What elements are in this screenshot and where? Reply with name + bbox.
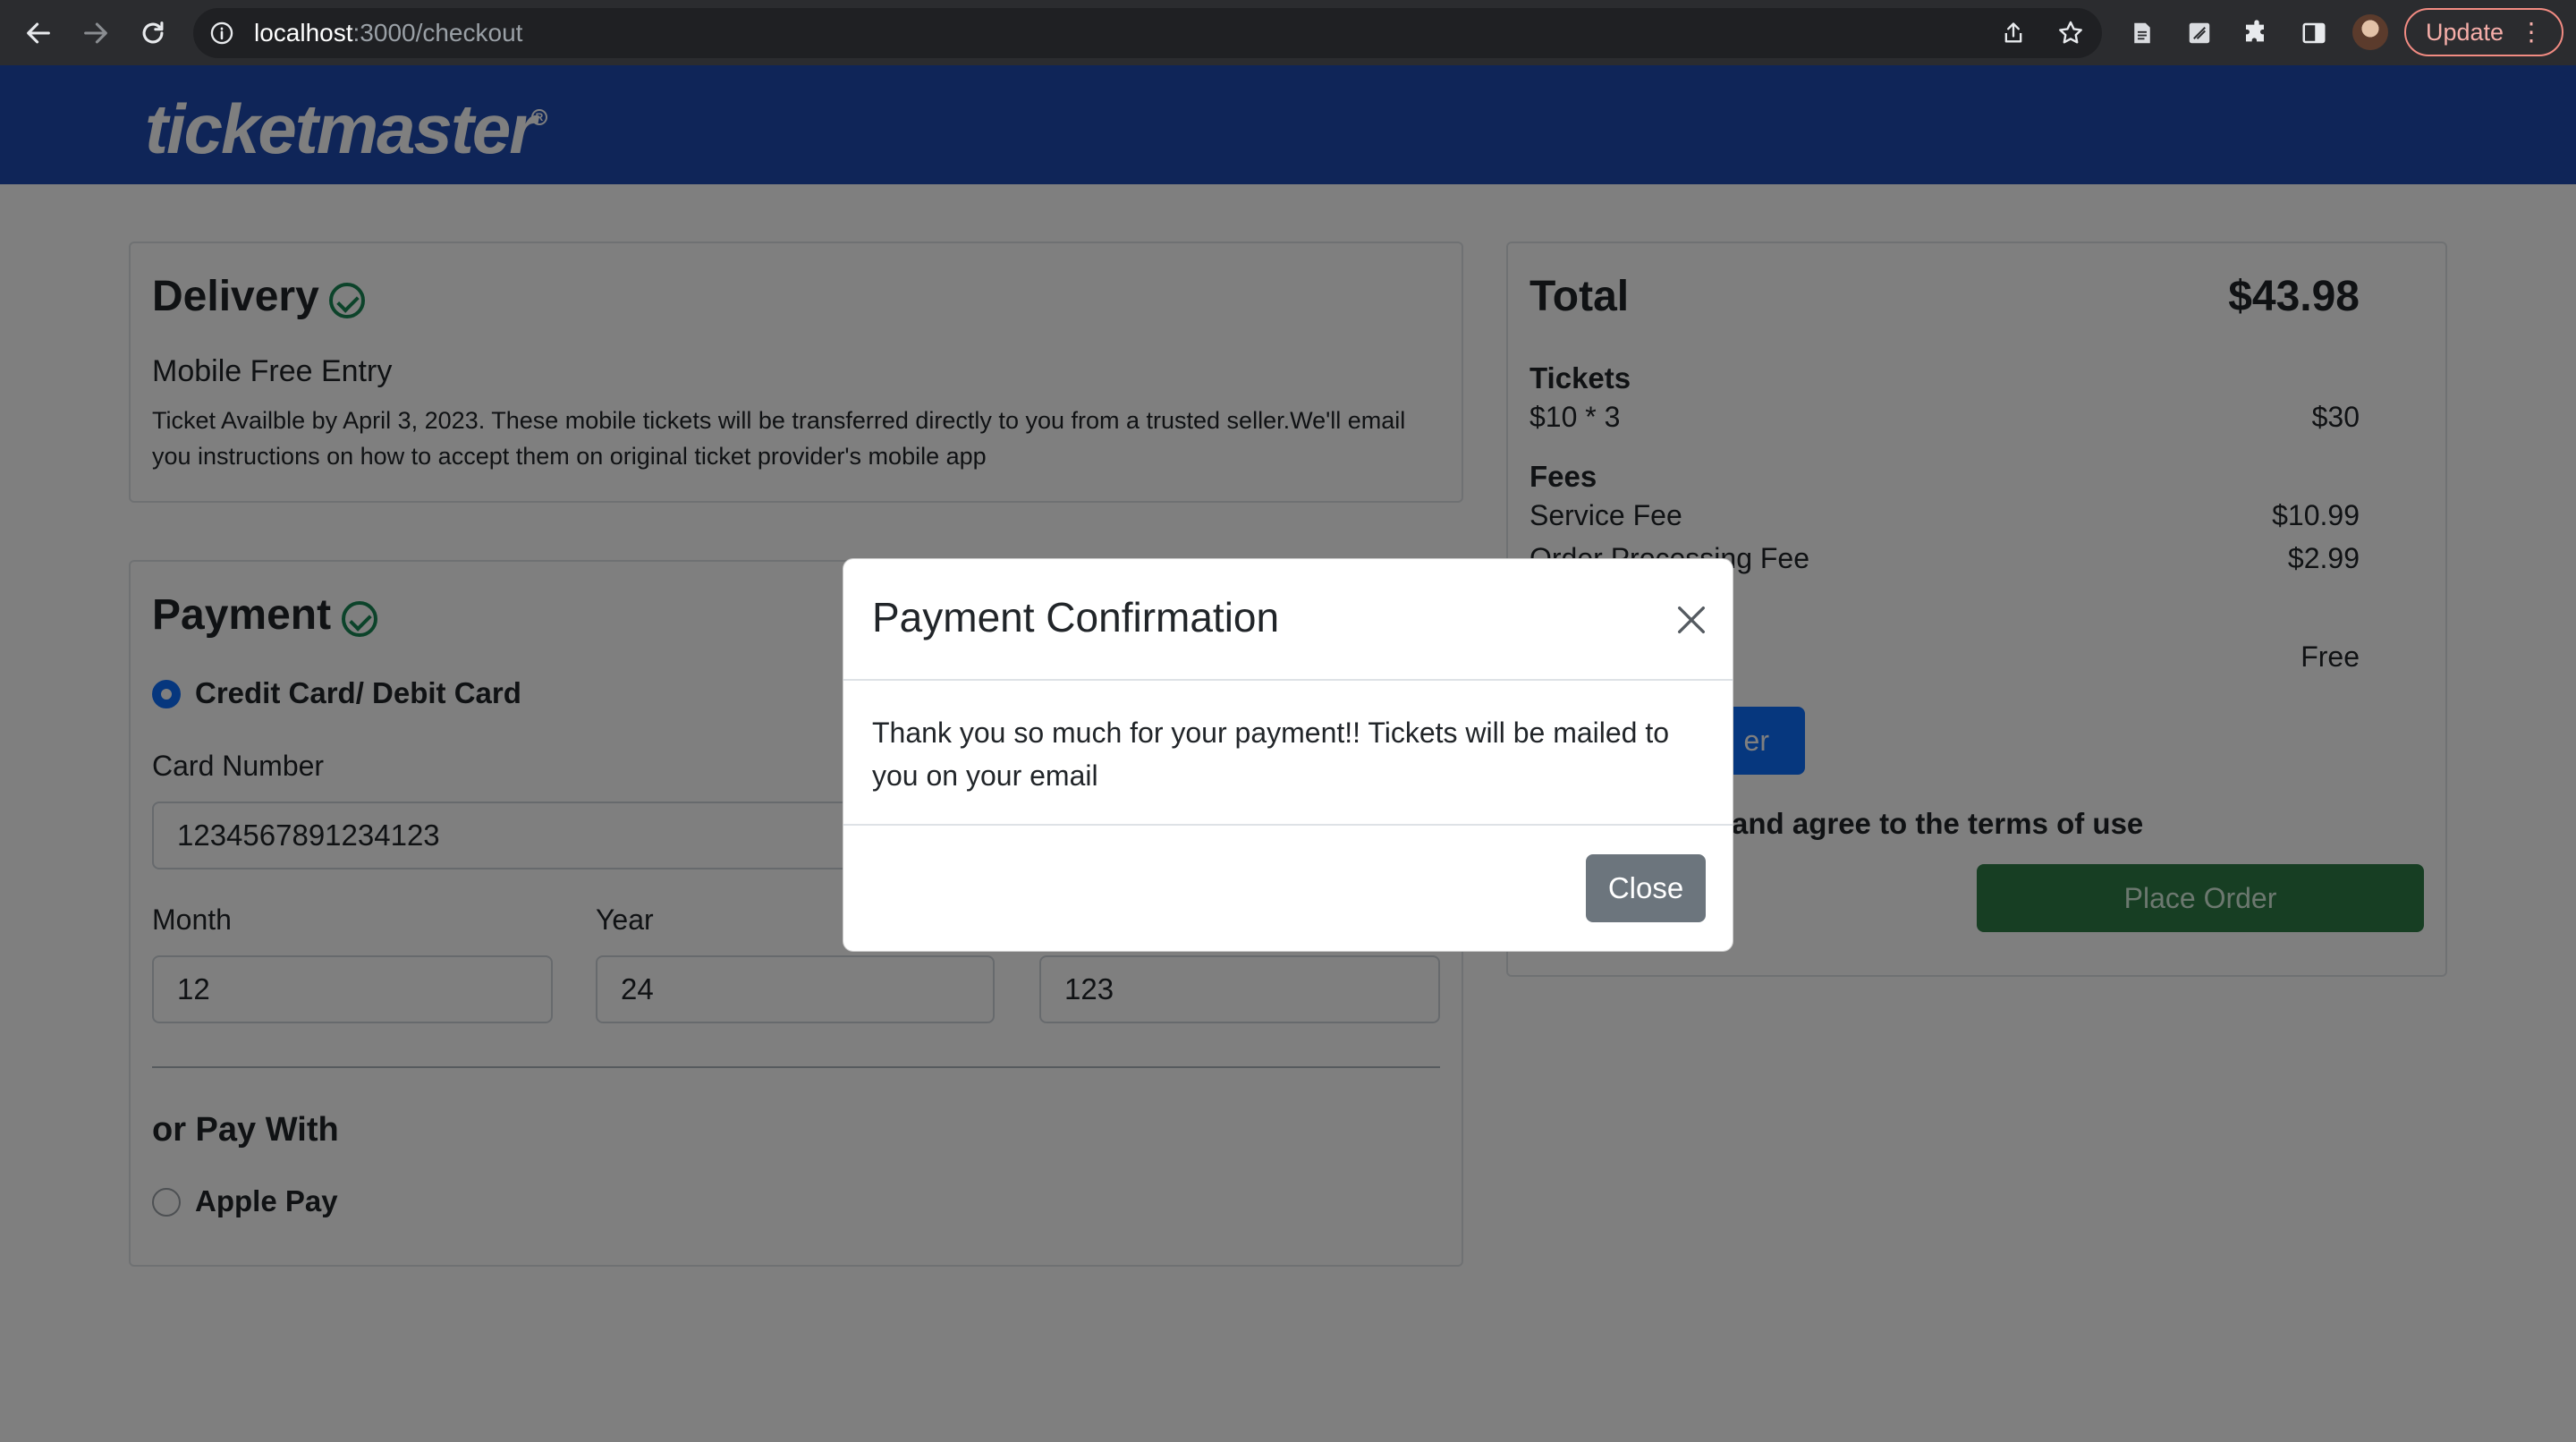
close-icon[interactable] [1674,602,1709,638]
extensions-puzzle-icon[interactable] [2240,16,2274,50]
update-label: Update [2426,19,2504,46]
update-button[interactable]: Update ⋮ [2404,8,2563,56]
document-extension-icon[interactable] [2125,16,2159,50]
bookmark-star-icon[interactable] [2054,16,2088,50]
address-bar[interactable]: localhost:3000/checkout [193,8,2102,58]
close-button[interactable]: Close [1586,854,1706,922]
site-info-icon[interactable] [209,21,234,50]
modal-header: Payment Confirmation [843,559,1733,681]
share-icon[interactable] [1996,16,2030,50]
modal-title: Payment Confirmation [872,594,1280,640]
payment-confirmation-modal: Payment Confirmation Thank you so much f… [843,558,1733,952]
browser-toolbar: localhost:3000/checkout Update ⋮ [0,0,2576,65]
reload-icon[interactable] [136,16,170,50]
back-arrow-icon[interactable] [21,16,55,50]
url-text: localhost:3000/checkout [254,19,523,47]
profile-avatar[interactable] [2352,14,2388,50]
forward-arrow-icon[interactable] [79,16,113,50]
modal-body-text: Thank you so much for your payment!! Tic… [872,717,1670,792]
side-panel-icon[interactable] [2297,16,2331,50]
notes-extension-icon[interactable] [2182,16,2216,50]
modal-footer: Close [843,824,1733,953]
more-menu-icon[interactable]: ⋮ [2519,10,2544,55]
